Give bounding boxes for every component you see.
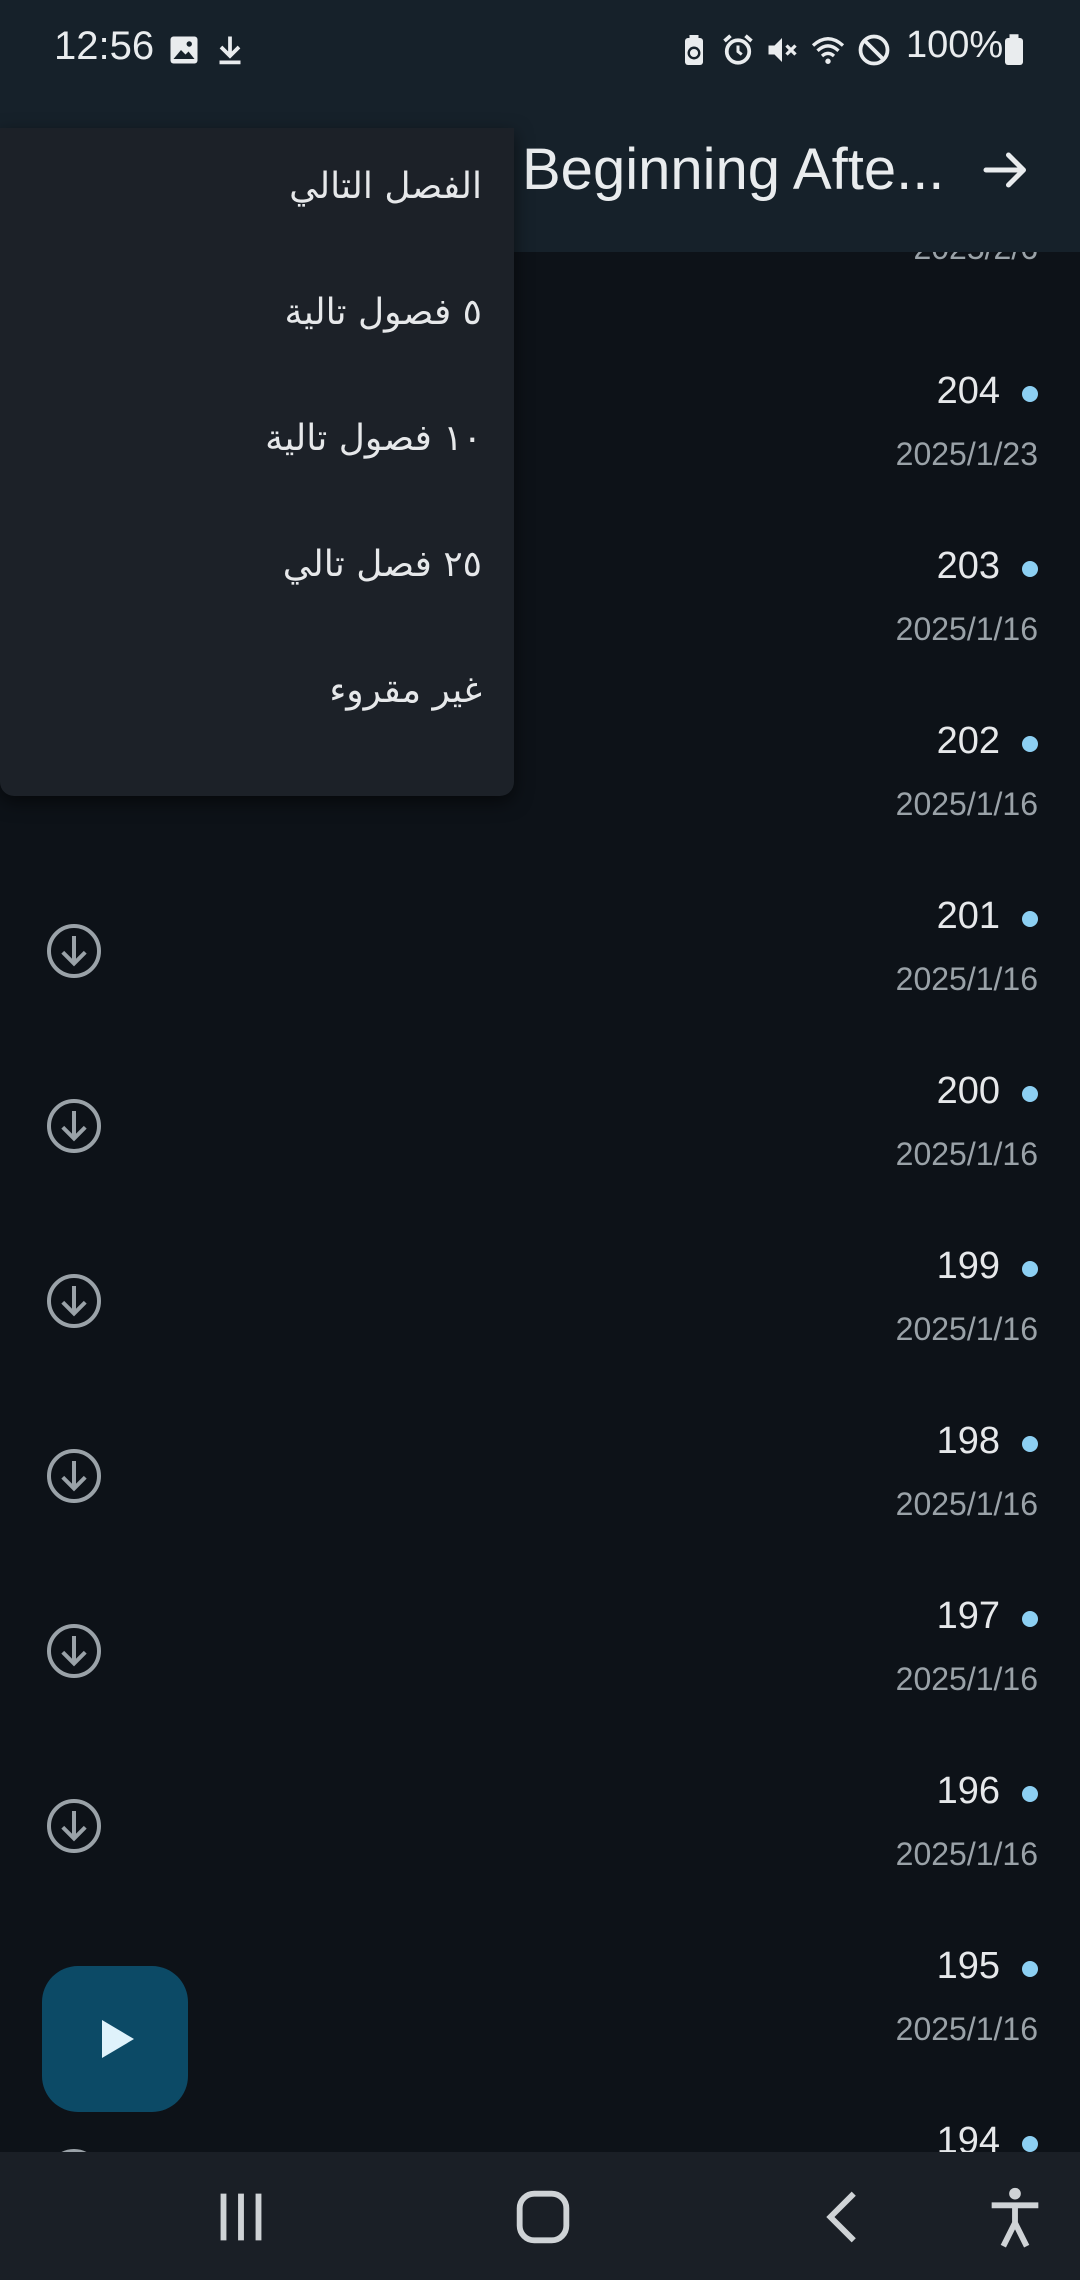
chapter-row[interactable]: 200 2025/1/16 — [0, 1038, 1080, 1213]
chapter-date: 2025/1/16 — [895, 1486, 1038, 1522]
page-title: Beginning Afte... — [522, 137, 945, 202]
unread-indicator — [1022, 386, 1038, 402]
menu-item-label: غير مقروء — [329, 670, 482, 711]
home-icon[interactable] — [508, 2182, 578, 2252]
chapter-row[interactable]: 199 2025/1/16 — [0, 1213, 1080, 1388]
unread-indicator — [1022, 1786, 1038, 1802]
download-chapter-icon[interactable] — [44, 1096, 104, 1156]
unread-indicator — [1022, 1611, 1038, 1627]
download-icon — [219, 36, 241, 65]
download-chapter-icon[interactable] — [44, 921, 104, 981]
chapter-number: 197 — [936, 1595, 1000, 1637]
wifi-icon — [811, 37, 845, 64]
do-not-disturb-icon — [858, 34, 890, 66]
unread-indicator — [1022, 2136, 1038, 2152]
chapter-number: 204 — [936, 370, 1000, 412]
menu-item-next-25-chapters[interactable]: ٢٥ فصل تالي — [0, 506, 514, 632]
arrow-right-icon[interactable] — [976, 140, 1036, 200]
battery-percent: 100% — [906, 24, 1004, 66]
menu-item-label: الفصل التالي — [289, 166, 482, 207]
resume-reading-button[interactable] — [42, 1966, 188, 2112]
chapter-date: 2025/1/16 — [895, 786, 1038, 822]
chapter-date: 2025/1/16 — [895, 2011, 1038, 2047]
chapter-date: 2025/1/16 — [895, 1661, 1038, 1697]
status-bar: 12:56 100% — [0, 0, 1080, 100]
unread-indicator — [1022, 1261, 1038, 1277]
chapter-date: 2025/1/16 — [895, 611, 1038, 647]
accessibility-icon[interactable] — [980, 2182, 1050, 2252]
unread-indicator — [1022, 1436, 1038, 1452]
menu-item-next-10-chapters[interactable]: ١٠ فصول تالية — [0, 380, 514, 506]
chapter-row[interactable]: 198 2025/1/16 — [0, 1388, 1080, 1563]
menu-item-next-chapter[interactable]: الفصل التالي — [0, 128, 514, 254]
battery-saver-icon — [685, 35, 703, 65]
unread-indicator — [1022, 561, 1038, 577]
unread-indicator — [1022, 911, 1038, 927]
chapter-date: 2025/1/23 — [895, 436, 1038, 472]
unread-indicator — [1022, 1961, 1038, 1977]
menu-item-label: ٥ فصول تالية — [284, 292, 482, 333]
menu-item-label: ١٠ فصول تالية — [265, 418, 482, 459]
chapter-date: 2025/2/6 — [913, 252, 1038, 267]
chapter-date: 2025/1/16 — [895, 1136, 1038, 1172]
unread-indicator — [1022, 1086, 1038, 1102]
battery-icon — [1005, 34, 1023, 65]
image-icon — [170, 36, 198, 64]
menu-item-label: ٢٥ فصل تالي — [282, 544, 482, 585]
download-chapter-icon[interactable] — [44, 1446, 104, 1506]
chapter-number: 199 — [936, 1245, 1000, 1287]
chapter-number: 202 — [936, 720, 1000, 762]
alarm-icon — [723, 34, 753, 65]
chapter-row[interactable]: 196 2025/1/16 — [0, 1738, 1080, 1913]
download-chapter-icon[interactable] — [44, 1621, 104, 1681]
back-icon[interactable] — [810, 2182, 880, 2252]
chapter-date: 2025/1/16 — [895, 1836, 1038, 1872]
download-chapter-icon[interactable] — [44, 1796, 104, 1856]
chapter-number: 196 — [936, 1770, 1000, 1812]
unread-indicator — [1022, 736, 1038, 752]
chapter-number: 195 — [936, 1945, 1000, 1987]
download-chapter-icon[interactable] — [44, 1271, 104, 1331]
chapter-date: 2025/1/16 — [895, 961, 1038, 997]
screen: { "status_bar": { "time": "12:56", "batt… — [0, 0, 1080, 2280]
mute-icon — [768, 38, 797, 62]
chapter-number: 198 — [936, 1420, 1000, 1462]
chapter-number: 194 — [936, 2120, 1000, 2152]
chapter-number: 200 — [936, 1070, 1000, 1112]
menu-item-next-5-chapters[interactable]: ٥ فصول تالية — [0, 254, 514, 380]
recent-apps-icon[interactable] — [206, 2182, 276, 2252]
chapter-row[interactable]: 201 2025/1/16 — [0, 863, 1080, 1038]
chapter-number: 201 — [936, 895, 1000, 937]
play-icon — [102, 2020, 134, 2058]
chapter-number: 203 — [936, 545, 1000, 587]
chapter-row[interactable]: 197 2025/1/16 — [0, 1563, 1080, 1738]
download-menu: الفصل التالي ٥ فصول تالية ١٠ فصول تالية … — [0, 128, 514, 796]
system-nav-bar — [0, 2152, 1080, 2280]
status-time: 12:56 — [54, 24, 155, 68]
menu-item-unread[interactable]: غير مقروء — [0, 632, 514, 758]
chapter-date: 2025/1/16 — [895, 1311, 1038, 1347]
